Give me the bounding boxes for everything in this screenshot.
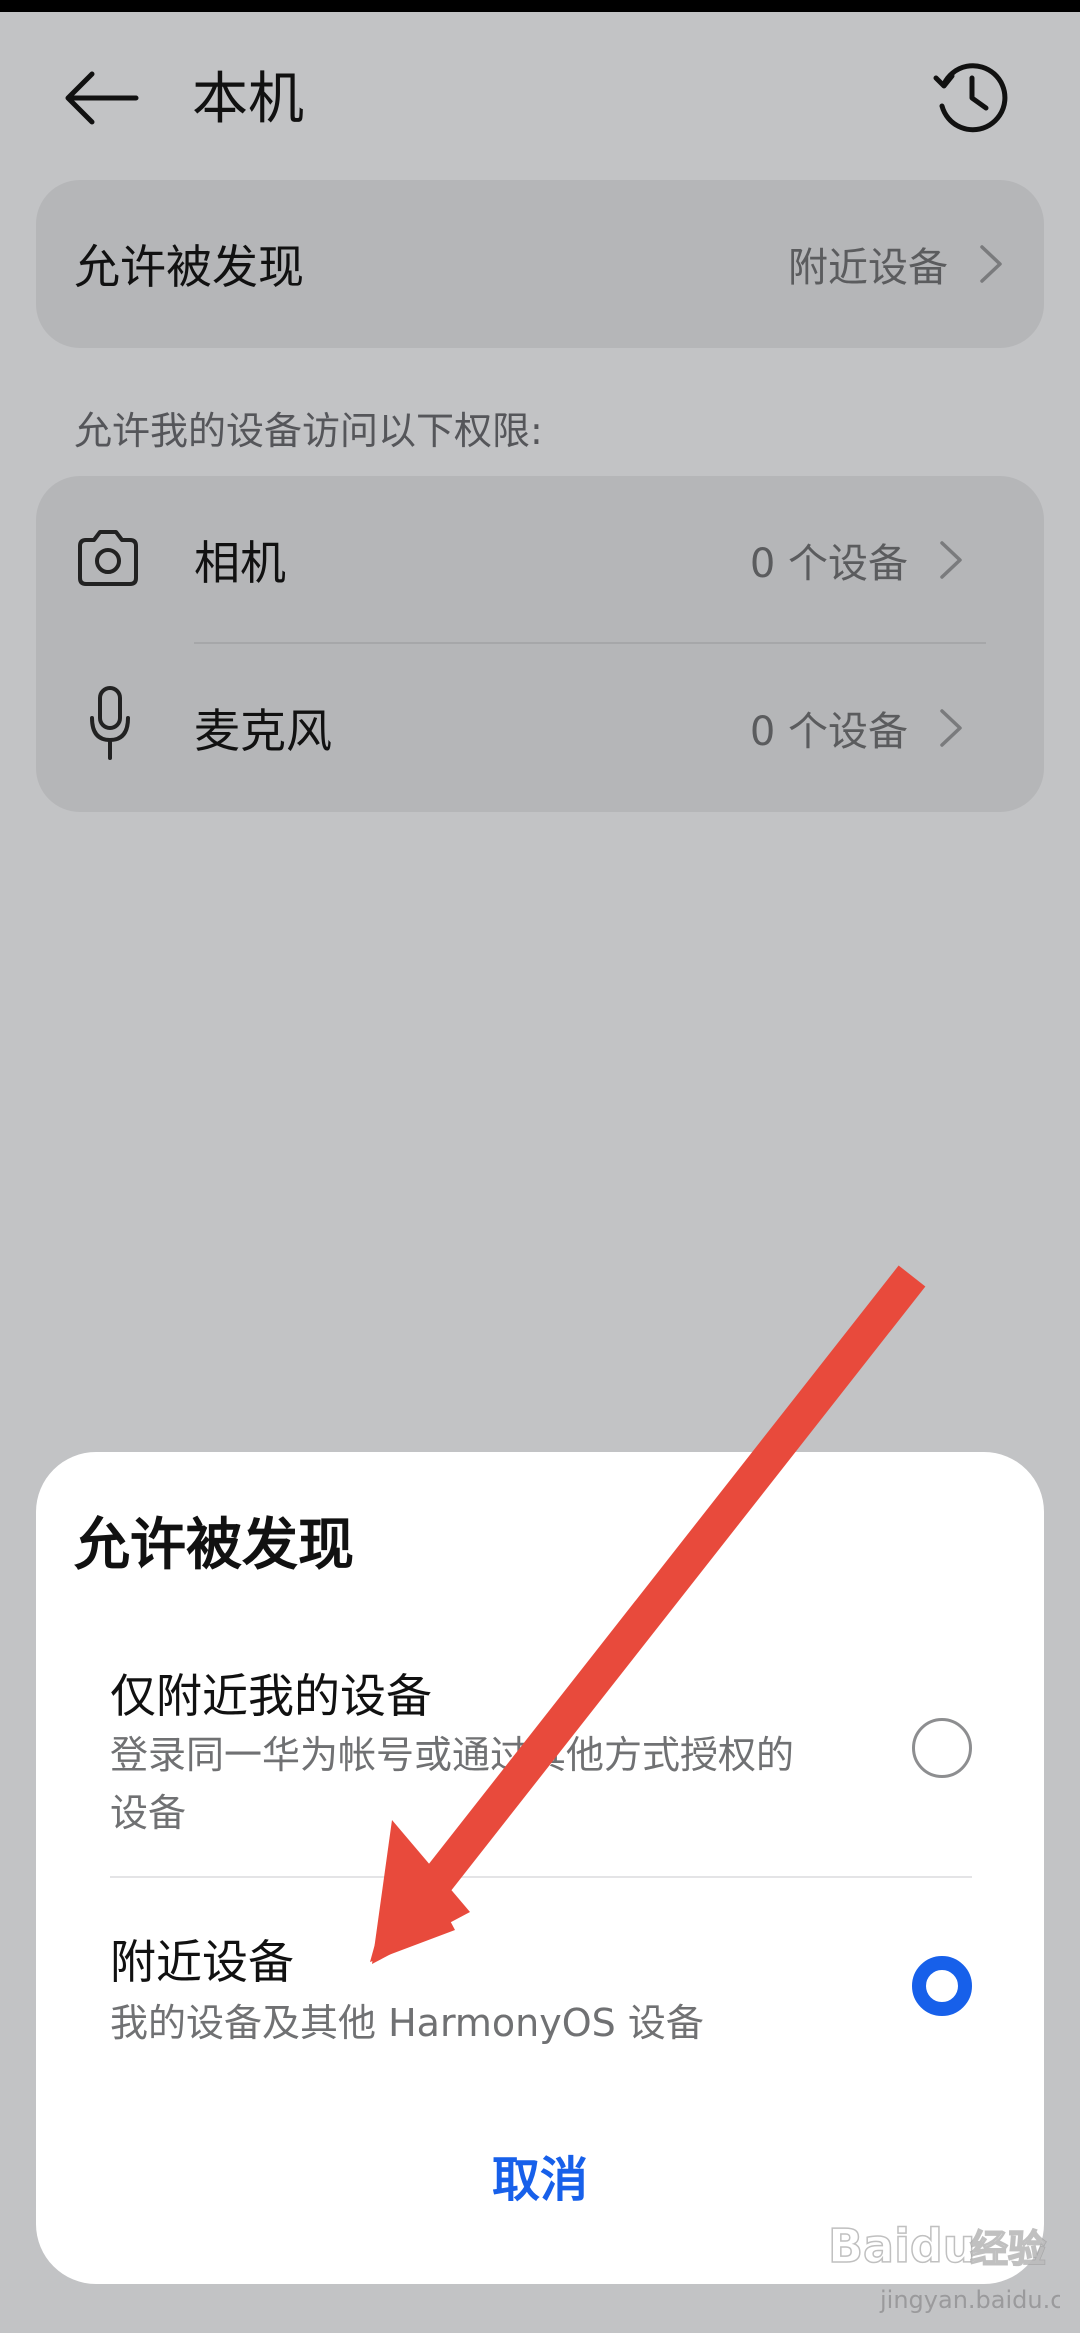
permission-row-microphone[interactable]: 麦克风 0 个设备 — [36, 644, 1044, 812]
option-description: 登录同一华为帐号或通过其他方式授权的设备 — [110, 1733, 795, 1835]
page-title: 本机 — [192, 67, 304, 132]
chevron-right-icon — [980, 245, 1002, 283]
discoverable-setting-row[interactable]: 允许被发现 附近设备 — [36, 180, 1044, 348]
permission-row-camera[interactable]: 相机 0 个设备 — [36, 476, 1044, 644]
discoverable-value: 附近设备 — [788, 245, 948, 291]
history-button[interactable] — [930, 56, 1014, 140]
permission-label: 相机 — [194, 536, 286, 590]
permission-label: 麦克风 — [194, 704, 332, 758]
watermark-brand-cn: 经验 — [970, 2227, 1046, 2271]
history-clock-icon — [933, 63, 1008, 133]
permissions-card: 相机 0 个设备 麦克风 0 个设备 — [36, 476, 1044, 812]
cancel-button[interactable]: 取消 — [380, 2140, 700, 2220]
camera-icon — [78, 530, 138, 586]
chevron-right-icon — [940, 541, 962, 579]
option-title: 仅附近我的设备 — [110, 1669, 432, 1723]
dialog-title: 允许被发现 — [74, 1513, 354, 1578]
option-description: 我的设备及其他 HarmonyOS 设备 — [110, 2001, 704, 2045]
status-bar-strip — [0, 0, 1080, 12]
permission-value: 0 个设备 — [749, 541, 908, 587]
microphone-icon — [90, 686, 130, 760]
watermark-site: jingyan.baidu.com — [879, 2286, 1060, 2314]
chevron-right-icon — [940, 709, 962, 747]
back-button[interactable] — [62, 58, 152, 138]
watermark-brand: Baidu — [828, 2219, 976, 2273]
discoverable-label: 允许被发现 — [74, 240, 304, 294]
arrow-left-icon — [65, 71, 139, 125]
permission-value: 0 个设备 — [749, 709, 908, 755]
radio-button-unselected[interactable] — [912, 1718, 972, 1778]
radio-button-selected[interactable] — [912, 1956, 972, 2016]
option-title: 附近设备 — [110, 1935, 294, 1989]
option-divider — [110, 1876, 972, 1878]
permissions-caption: 允许我的设备访问以下权限: — [74, 409, 543, 453]
baidu-watermark-logo: Baidu 经验 jingyan.baidu.com — [827, 2218, 1060, 2314]
